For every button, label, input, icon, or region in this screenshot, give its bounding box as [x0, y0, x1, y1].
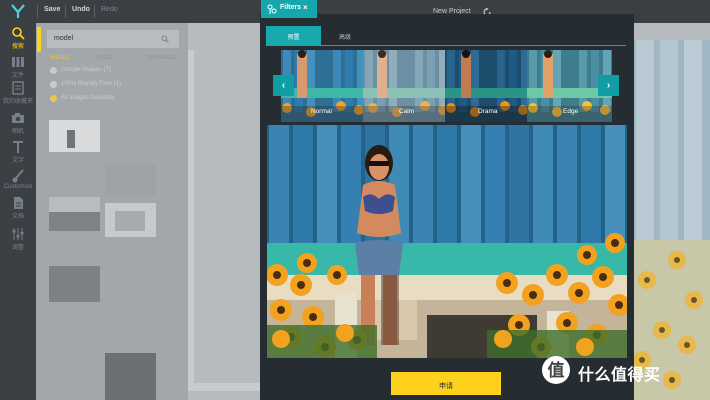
library-icon	[12, 57, 24, 67]
canvas-photo	[632, 40, 710, 400]
filter-label-normal: Normal	[311, 108, 332, 115]
tab-label: 预置	[287, 35, 300, 41]
radio-royalty-free[interactable]	[50, 81, 57, 88]
apply-button[interactable]: 申请	[391, 372, 501, 395]
rail-item-label: 搜索	[11, 44, 24, 50]
image-result[interactable]	[49, 120, 100, 152]
svg-text:值: 值	[548, 360, 565, 380]
toolbar-divider	[94, 5, 95, 18]
horizontal-ruler	[188, 383, 268, 391]
watermark-logo-icon: 值	[542, 356, 570, 384]
rail-item-label: 文件	[11, 73, 24, 79]
radio-label: 100% Royalty Free (1)	[61, 81, 122, 87]
previous-arrow-button[interactable]: ‹	[273, 75, 294, 96]
search-icon	[12, 27, 25, 40]
image-result[interactable]	[105, 203, 156, 237]
tab-images[interactable]: IMAGES	[50, 55, 69, 61]
undo-button[interactable]: Undo	[72, 6, 90, 13]
dialog-title: Filters	[280, 4, 302, 11]
image-result[interactable]	[105, 165, 156, 195]
vertical-ruler	[188, 50, 194, 390]
text-icon	[13, 141, 23, 153]
redo-button[interactable]: Redo	[101, 6, 118, 13]
radio-all-images[interactable]	[50, 95, 57, 102]
toolbar-divider	[65, 5, 66, 18]
rail-item-1[interactable]: 文件	[0, 55, 36, 79]
close-icon[interactable]: ×	[303, 3, 308, 12]
rail-item-label: 我的收藏夹	[2, 99, 33, 105]
toolbar-divider	[37, 5, 38, 18]
rail-item-label: Customize	[3, 184, 33, 190]
image-result[interactable]	[49, 197, 100, 231]
rail-item-7[interactable]: 调整	[0, 227, 36, 251]
tab-advanced[interactable]: 高级	[321, 26, 369, 46]
camera-icon	[12, 113, 24, 123]
rail-item-label: 调整	[11, 245, 24, 251]
watermark-text: 什么值得买	[578, 367, 661, 384]
filter-label-calm: Calm	[399, 108, 415, 115]
next-arrow-button[interactable]: ›	[598, 75, 619, 96]
rail-item-3[interactable]: 相机	[0, 111, 36, 135]
rail-item-2[interactable]: 我的收藏夹	[0, 81, 36, 105]
rail-item-0[interactable]: 搜索	[0, 26, 36, 50]
rail-item-6[interactable]: 文档	[0, 196, 36, 220]
tool-rail: 搜索文件我的收藏夹相机文字 Customize 文档调整	[0, 23, 36, 400]
search-icon[interactable]	[161, 35, 169, 43]
search-value: model	[54, 35, 74, 42]
rail-item-5[interactable]: Customize	[0, 169, 36, 190]
filters-icon	[267, 4, 277, 14]
filter-label-edge: Edge	[563, 108, 579, 115]
radio-label: Google Images (7)	[61, 67, 111, 73]
document-icon	[14, 197, 23, 209]
save-button[interactable]: Save	[44, 6, 60, 13]
radio-google[interactable]	[50, 67, 57, 74]
radio-label: All Images Available	[61, 95, 115, 101]
brush-icon	[12, 169, 24, 183]
rail-item-label: 文字	[11, 158, 24, 164]
rail-item-4[interactable]: 文字	[0, 140, 36, 164]
app-logo-icon	[11, 4, 25, 18]
panel-accent-bar	[37, 27, 41, 52]
image-result[interactable]	[49, 266, 100, 302]
rail-item-label: 相机	[11, 129, 24, 135]
apply-label: 申请	[439, 383, 453, 390]
favorites-icon	[12, 81, 24, 95]
tab-templates[interactable]: TEMPLATES	[146, 55, 175, 61]
tab-underline	[266, 45, 626, 46]
tab-label: 高级	[338, 35, 351, 41]
image-result[interactable]	[105, 353, 156, 400]
sliders-icon	[12, 228, 24, 240]
tab-video[interactable]: VIDEO	[97, 55, 113, 61]
filter-label-drama: Drama	[478, 108, 498, 115]
tab-presets[interactable]: 预置	[266, 26, 321, 46]
filter-preview-image	[267, 125, 627, 358]
rail-item-label: 文档	[11, 214, 24, 220]
